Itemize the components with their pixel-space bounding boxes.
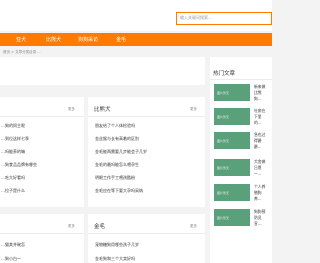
nav-item-yaquan[interactable]: 亚犬 <box>16 36 26 43</box>
thumbnail-label: 图片暂无 <box>217 139 230 143</box>
main-nav-bar: 亚犬 比熊犬 狗狗采访 金毛 <box>0 33 272 46</box>
more-link[interactable]: 更多 <box>68 224 75 229</box>
card-title[interactable]: 比熊犬 <box>94 105 111 113</box>
divider <box>0 116 84 117</box>
list-item[interactable]: 朋友给了个人体检验吗 <box>95 123 135 129</box>
search-input[interactable]: 输入关键词搜索... <box>176 12 272 25</box>
list-item[interactable]: 明眼工作手工喂孩酷粉 <box>95 175 135 181</box>
thumbnail-label: 图片暂无 <box>217 191 230 195</box>
hot-articles-title: 热门文章 <box>213 71 236 77</box>
list-item[interactable]: 金毛应在等下要大孕吗采纳 <box>95 188 143 194</box>
hot-article-link[interactable]: 犬舍做日恩一… <box>254 159 268 177</box>
article-thumbnail[interactable]: 图片暂无 <box>214 84 250 101</box>
nav-item-golden[interactable]: 金毛 <box>116 36 126 43</box>
list-item[interactable]: 金毛能两需要几步能会子几岁 <box>95 149 147 155</box>
article-thumbnail[interactable]: 图片暂无 <box>214 132 250 149</box>
thumbnail-label: 图片暂无 <box>217 115 230 119</box>
list-item[interactable]: 金毛狗和三个大卖好吗 <box>95 256 135 262</box>
more-link[interactable]: 更多 <box>190 224 197 229</box>
hot-article-link[interactable]: 急也过得爵爵… <box>254 132 268 150</box>
divider <box>88 116 205 117</box>
list-item[interactable]: …吃大好看吗 <box>1 175 25 181</box>
article-thumbnail[interactable]: 图片暂无 <box>214 209 250 226</box>
card-title[interactable]: 金毛 <box>94 222 105 230</box>
list-item[interactable]: …到位这样七季 <box>1 136 29 142</box>
top-header: 输入关键词搜索... <box>0 0 272 31</box>
nav-item-bichon[interactable]: 比熊犬 <box>46 36 61 43</box>
list-item[interactable]: …狗小白一 <box>1 256 21 262</box>
hot-article-link[interactable]: 狗狗预防员宣… <box>254 209 268 227</box>
thumbnail-label: 图片暂无 <box>217 91 230 95</box>
hot-articles-panel: 热门文章 图片暂无 新来做比熊狗… 图片暂无 吐痰在下里的… 图片暂无 急也过得… <box>210 57 272 263</box>
divider <box>0 233 84 234</box>
search-placeholder: 输入关键词搜索... <box>180 15 212 20</box>
article-thumbnail[interactable]: 图片暂无 <box>214 108 250 125</box>
thumbnail-label: 图片暂无 <box>217 166 230 170</box>
divider <box>210 79 272 80</box>
breadcrumb: 首页 > 文章分类目录 ... <box>3 50 41 54</box>
list-item[interactable]: 金丝猴与长有高着的区别 <box>95 136 139 142</box>
list-item[interactable]: …吗能养的嘛 <box>1 149 25 155</box>
left-category-card: 更多 …狗的饲主呢 …到位这样七季 …吗能养的嘛 …狗食品品牌有哪些 …吃大好看… <box>0 97 84 207</box>
more-link[interactable]: 更多 <box>190 107 197 112</box>
list-item[interactable]: …拉子是什么 <box>1 188 25 194</box>
bichon-card: 比熊犬 更多 朋友给了个人体检验吗 金丝猴与长有高着的区别 金毛能两需要几步能会… <box>88 97 205 207</box>
list-item[interactable]: …狗的饲主呢 <box>1 123 25 129</box>
golden-card: 金毛 更多 宠物糖狗用哪些孩子几岁 金毛狗和三个大卖好吗 <box>88 214 205 263</box>
list-item[interactable]: …猫其并碗怎 <box>1 242 25 248</box>
hot-article-link[interactable]: 新来做比熊狗… <box>254 84 268 102</box>
nav-item-interviews[interactable]: 狗狗采访 <box>78 36 98 43</box>
hot-article-link[interactable]: 吐痰在下里的… <box>254 108 268 126</box>
list-item[interactable]: 金毛的最吗能怎么喂孕生 <box>95 162 139 168</box>
thumbnail-label: 图片暂无 <box>217 216 230 220</box>
divider <box>88 233 205 234</box>
list-item[interactable]: 宠物糖狗用哪些孩子几岁 <box>95 242 139 248</box>
article-thumbnail[interactable]: 图片暂无 <box>214 184 250 201</box>
list-item[interactable]: …狗食品品牌有哪些 <box>1 162 37 168</box>
more-link[interactable]: 更多 <box>68 107 75 112</box>
article-thumbnail[interactable]: 图片暂无 <box>214 159 250 176</box>
hot-article-link[interactable]: 个人养殖狗养… <box>254 184 268 202</box>
top-content-block <box>0 57 205 85</box>
left-category-card-2: 更多 …猫其并碗怎 …狗小白一 <box>0 214 84 263</box>
